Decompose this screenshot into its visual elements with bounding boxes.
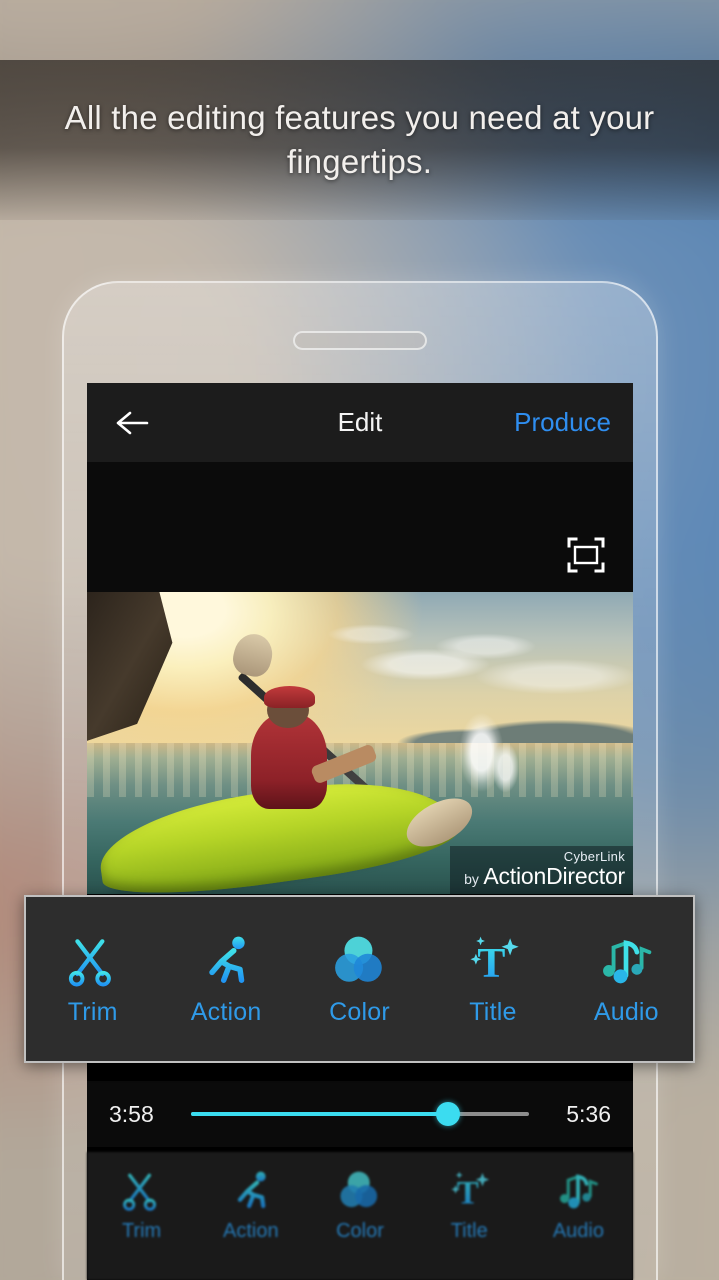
arrow-left-icon <box>116 411 149 434</box>
bottom-tool-audio[interactable]: Audio <box>524 1168 633 1243</box>
svg-text:T: T <box>457 1175 479 1211</box>
text-sparkle-icon: T <box>451 1171 490 1211</box>
svg-text:T: T <box>477 941 505 987</box>
color-circles-icon-wrap <box>332 932 388 988</box>
bottom-tool-title[interactable]: T Title <box>415 1168 524 1243</box>
tool-label: Title <box>469 997 517 1026</box>
color-circles-icon <box>340 1171 378 1208</box>
watermark-line: by ActionDirector <box>464 865 625 888</box>
current-time-label: 3:58 <box>109 1100 154 1127</box>
produce-button[interactable]: Produce <box>514 407 611 438</box>
earpiece-speaker <box>293 331 427 350</box>
music-notes-icon <box>560 1174 599 1209</box>
seek-slider[interactable] <box>191 1102 529 1126</box>
watermark-product: ActionDirector <box>483 863 625 889</box>
tool-label: Color <box>329 997 390 1026</box>
scissors-icon <box>122 1173 156 1211</box>
text-sparkle-icon: T <box>470 936 519 987</box>
tool-title[interactable]: T Title <box>426 932 559 1027</box>
scissors-icon <box>68 938 111 986</box>
running-person-icon <box>228 1171 266 1209</box>
app-header-bar: Edit Produce <box>87 383 633 462</box>
running-person-icon <box>198 936 245 983</box>
tool-action[interactable]: Action <box>159 932 292 1027</box>
back-button[interactable] <box>109 400 155 446</box>
timeline-scrubber: 3:58 5:36 <box>87 1081 633 1147</box>
color-circles-icon <box>334 936 382 982</box>
watermark-brand: CyberLink <box>563 849 625 864</box>
text-sparkle-icon-wrap: T <box>447 1168 491 1212</box>
preview-area-top <box>87 462 633 592</box>
fullscreen-button[interactable] <box>565 534 607 576</box>
music-notes-icon-wrap <box>556 1168 600 1212</box>
tool-panel: Trim Action Color T Title Audio <box>24 895 695 1063</box>
tool-label: Audio <box>593 997 659 1026</box>
page-title: All the editing features you need at you… <box>64 99 655 180</box>
text-sparkle-icon-wrap: T <box>465 932 521 988</box>
bottom-tool-label: Title <box>450 1220 488 1242</box>
bottom-tool-color[interactable]: Color <box>305 1168 414 1243</box>
watermark-by: by <box>464 871 479 887</box>
bottom-tool-label: Color <box>336 1220 384 1242</box>
tool-label: Trim <box>67 997 118 1026</box>
bottom-tool-trim[interactable]: Trim <box>87 1168 196 1243</box>
bottom-tool-label: Action <box>223 1220 279 1242</box>
running-person-icon-wrap <box>198 932 254 988</box>
bottom-tool-label: Trim <box>121 1220 162 1242</box>
scissors-icon-wrap <box>120 1168 164 1212</box>
tool-audio[interactable]: Audio <box>560 932 693 1027</box>
tool-trim[interactable]: Trim <box>26 932 159 1027</box>
total-time-label: 5:36 <box>566 1100 611 1127</box>
music-notes-icon-wrap <box>598 932 654 988</box>
scissors-icon-wrap <box>65 932 121 988</box>
bottom-tool-label: Audio <box>552 1220 604 1242</box>
watermark: CyberLink by ActionDirector <box>450 846 633 894</box>
seek-progress <box>191 1112 448 1116</box>
video-preview[interactable]: CyberLink by ActionDirector <box>87 592 633 894</box>
color-circles-icon-wrap <box>338 1168 382 1212</box>
music-notes-icon <box>603 939 652 983</box>
scene-paddler-cap <box>263 685 316 709</box>
tool-color[interactable]: Color <box>293 932 426 1027</box>
tool-label: Action <box>190 997 262 1026</box>
fullscreen-icon <box>567 537 605 573</box>
running-person-icon-wrap <box>228 1168 273 1212</box>
seek-thumb[interactable] <box>435 1102 460 1126</box>
bottom-tool-action[interactable]: Action <box>196 1168 305 1243</box>
bottom-toolbar: Trim Action Color T Title Audio <box>87 1152 633 1280</box>
